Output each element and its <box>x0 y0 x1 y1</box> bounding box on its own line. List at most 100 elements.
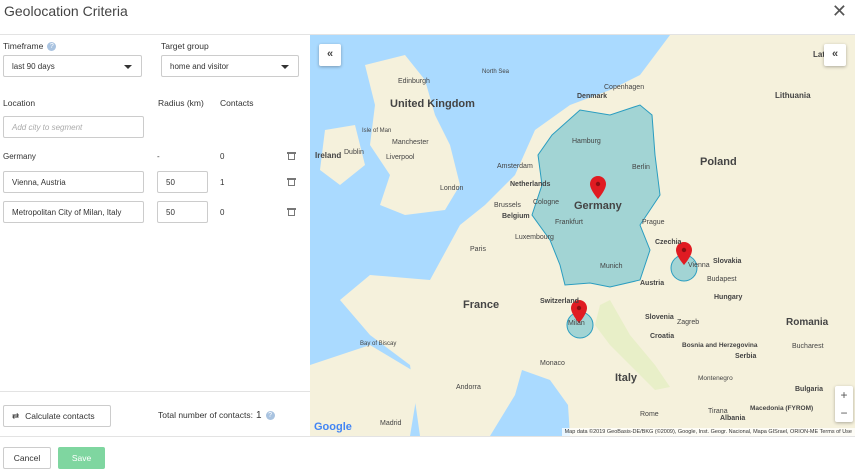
zoom-in-button[interactable]: + <box>835 386 853 404</box>
map-canvas: North Sea Bay of Biscay United Kingdom I… <box>310 35 855 436</box>
map-label: Bay of Biscay <box>360 341 396 347</box>
close-icon[interactable]: ✕ <box>832 2 847 20</box>
map-label: Macedonia (FYROM) <box>750 405 813 412</box>
map-label: London <box>440 185 463 192</box>
row-radius: - <box>157 152 160 161</box>
map-label: Luxembourg <box>515 234 554 241</box>
collapse-map-button[interactable]: « <box>824 44 846 66</box>
total-label: Total number of contacts: <box>158 410 253 420</box>
help-icon[interactable]: ? <box>265 411 275 421</box>
map-label: Italy <box>615 372 638 384</box>
dialog-title: Geolocation Criteria <box>4 3 128 19</box>
calculate-contacts-button[interactable]: ⇄ Calculate contacts <box>3 405 111 427</box>
map-label: Bucharest <box>792 343 824 350</box>
map-label: Tirana <box>708 408 728 415</box>
total-contacts: Total number of contacts: 1? <box>158 410 275 421</box>
map-label: Hamburg <box>572 138 601 145</box>
save-button[interactable]: Save <box>58 447 105 469</box>
map-label: Denmark <box>577 93 607 100</box>
map-label: France <box>463 299 499 311</box>
timeframe-select[interactable]: last 90 days <box>3 55 142 77</box>
map-label: Hungary <box>714 294 743 301</box>
map-label: Andorra <box>456 384 481 391</box>
refresh-icon: ⇄ <box>12 411 20 421</box>
map-label: North Sea <box>482 69 510 75</box>
map-label: Copenhagen <box>604 84 644 91</box>
map-label: Manchester <box>392 139 429 146</box>
map-label: Liverpool <box>386 154 415 161</box>
map-label: Bosnia and Herzegovina <box>682 342 758 349</box>
map-label: Cologne <box>533 199 559 206</box>
map-label: Ireland <box>315 151 341 160</box>
map-label: Milan <box>568 320 585 327</box>
map-label: Czechia <box>655 239 682 246</box>
map-label: Dublin <box>344 149 364 156</box>
map-label: Paris <box>470 246 486 253</box>
map-label: Vienna <box>688 262 710 269</box>
trash-icon[interactable] <box>287 208 296 216</box>
zoom-out-button[interactable]: − <box>835 404 853 422</box>
panel-divider <box>0 391 310 392</box>
row-contacts: 0 <box>220 152 225 161</box>
map-label: United Kingdom <box>390 98 475 110</box>
trash-icon[interactable] <box>287 178 296 186</box>
map-label: Berlin <box>632 164 650 171</box>
map-label: Prague <box>642 219 665 226</box>
timeframe-value: last 90 days <box>12 62 55 71</box>
total-value: 1 <box>255 410 262 421</box>
timeframe-label: Timeframe? <box>3 41 57 52</box>
geolocation-dialog: Geolocation Criteria ✕ Timeframe? last 9… <box>0 0 855 474</box>
chevron-down-icon <box>124 65 132 69</box>
criteria-panel: Timeframe? last 90 days Target group hom… <box>0 35 310 436</box>
location-field[interactable]: Metropolitan City of Milan, Italy <box>3 201 144 223</box>
map-label: Zagreb <box>677 319 699 326</box>
map-label: Edinburgh <box>398 78 430 85</box>
row-contacts: 1 <box>220 178 225 187</box>
map-label: Monaco <box>540 360 565 367</box>
row-location: Germany <box>3 152 36 161</box>
target-group-value: home and visitor <box>170 62 229 71</box>
map-label: Croatia <box>650 333 674 340</box>
radius-field[interactable]: 50 <box>157 171 208 193</box>
google-logo: Google <box>314 421 352 433</box>
row-contacts: 0 <box>220 208 225 217</box>
location-field[interactable]: Vienna, Austria <box>3 171 144 193</box>
target-group-select[interactable]: home and visitor <box>161 55 299 77</box>
map-label: Munich <box>600 263 623 270</box>
map-label: Poland <box>700 156 737 168</box>
chevron-down-icon <box>281 65 289 69</box>
radius-field[interactable]: 50 <box>157 201 208 223</box>
radius-header: Radius (km) <box>158 98 204 108</box>
map-label: Montenegro <box>698 375 733 382</box>
map-label: Frankfurt <box>555 219 583 226</box>
map-label: Bulgaria <box>795 386 823 393</box>
footer-divider <box>0 436 855 437</box>
map-label: Lithuania <box>775 91 811 100</box>
help-icon[interactable]: ? <box>47 42 57 52</box>
map-attribution[interactable]: Map data ©2019 GeoBasis-DE/BKG (©2009), … <box>561 428 855 436</box>
map-label: Slovenia <box>645 314 674 321</box>
map-label: Isle of Man <box>362 128 391 134</box>
map-label: Rome <box>640 411 659 418</box>
calculate-label: Calculate contacts <box>25 411 95 421</box>
trash-icon[interactable] <box>287 152 296 160</box>
contacts-header: Contacts <box>220 98 254 108</box>
map-label: Netherlands <box>510 181 551 188</box>
map-label: Austria <box>640 280 664 287</box>
map-label: Germany <box>574 200 623 212</box>
map-label: Belgium <box>502 213 530 220</box>
zoom-control: + − <box>835 386 853 422</box>
map-label: Switzerland <box>540 298 579 305</box>
target-group-label: Target group <box>161 41 209 51</box>
map-label: Budapest <box>707 276 737 283</box>
collapse-panel-button[interactable]: « <box>319 44 341 66</box>
map-label: Brussels <box>494 202 521 209</box>
map-label: Romania <box>786 317 829 328</box>
add-city-input[interactable]: Add city to segment <box>3 116 144 138</box>
map-label: Madrid <box>380 420 402 427</box>
map-label: Amsterdam <box>497 163 533 170</box>
map-label: Albania <box>720 415 745 422</box>
map-label: Serbia <box>735 353 757 360</box>
cancel-button[interactable]: Cancel <box>3 447 51 469</box>
map-view[interactable]: North Sea Bay of Biscay United Kingdom I… <box>310 35 855 436</box>
